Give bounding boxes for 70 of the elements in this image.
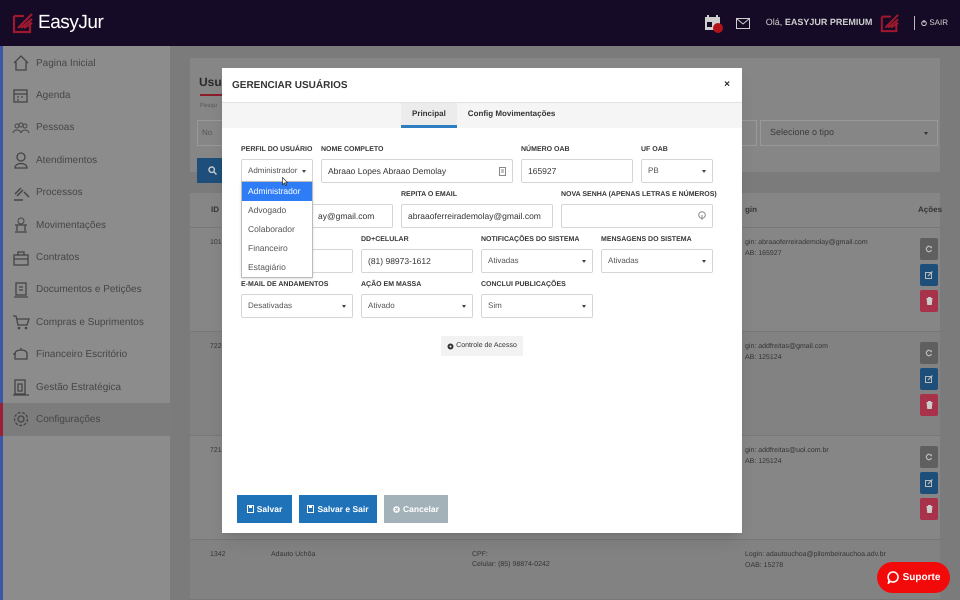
input-field[interactable]: 165927 [521,159,633,183]
save-button[interactable]: Salvar e Sair [299,495,377,523]
document-icon [12,280,30,299]
floppy-icon [307,505,314,513]
logo-icon [880,12,900,34]
dropdown-option[interactable]: Financeiro [242,239,312,258]
edit-icon [925,375,933,383]
refresh-icon [925,349,933,357]
column-header: ID [211,204,219,216]
page-title: Usu [199,74,222,91]
select-field[interactable]: Ativado [361,294,473,318]
input-field[interactable]: Abraao Lopes Abraao Demolay [321,159,513,183]
select-field[interactable]: Desativadas [241,294,353,318]
calendar-icon[interactable] [704,14,722,32]
scales-icon [12,216,30,234]
delete-button[interactable] [920,290,938,312]
contact-card-icon [499,166,506,176]
clipboard-icon [12,378,30,396]
input-field[interactable]: (81) 98973-1612 [361,249,473,273]
edit-button[interactable] [920,264,938,286]
greeting-text: Olá, EASYJUR PREMIUM [766,16,872,30]
logo-text: EasyJur [38,10,104,35]
person-icon [12,151,30,170]
dialog-title: GERENCIAR USUÁRIOS [232,78,348,92]
column-header: Ações [918,204,942,216]
close-button[interactable]: × [724,80,730,90]
select-field[interactable]: Ativadas [601,249,713,273]
tab[interactable]: Config Movimentações [456,103,566,128]
edit-button[interactable] [920,368,938,390]
refresh-button[interactable] [920,342,938,364]
logout-link[interactable]: SAIR [921,17,948,29]
notification-badge [712,23,723,33]
dropdown-option[interactable]: Administrador [242,182,312,201]
select-field[interactable]: Sim [481,294,593,318]
refresh-button[interactable] [920,238,938,260]
dropdown-option[interactable]: Advogado [242,201,312,220]
refresh-icon [925,245,933,253]
logo-icon [12,12,34,34]
key-icon [698,211,706,221]
trash-icon [926,401,932,409]
refresh-icon [925,453,933,461]
support-button[interactable]: Suporte [877,562,950,593]
cart-icon [12,313,30,332]
settings-icon [12,410,30,428]
input-field[interactable] [561,204,713,228]
edit-icon [925,271,933,279]
refresh-button[interactable] [920,446,938,468]
trash-icon [926,297,932,305]
briefcase-icon [12,248,30,267]
calendar-icon [12,86,30,105]
settings-icon [447,342,454,350]
chat-bubble-icon [886,571,899,584]
dropdown-option[interactable]: Estagiário [242,258,312,277]
trash-icon [926,505,932,513]
save-button[interactable]: Salvar [237,495,292,523]
floppy-icon [246,505,254,513]
tab[interactable]: Principal [401,103,457,128]
delete-button[interactable] [920,498,938,520]
input-field[interactable]: abraaoferreirademolay@gmail.com [401,204,553,228]
select-field[interactable]: Ativadas [481,249,593,273]
mail-icon[interactable] [736,18,750,28]
column-header: gin [745,204,757,216]
cancel-icon [393,506,400,512]
edit-button[interactable] [920,472,938,494]
select-field[interactable]: PB [641,159,713,183]
delete-button[interactable] [920,394,938,416]
power-icon [921,20,928,26]
search-icon [208,166,216,175]
home-icon [12,54,30,72]
edit-icon [925,479,933,487]
